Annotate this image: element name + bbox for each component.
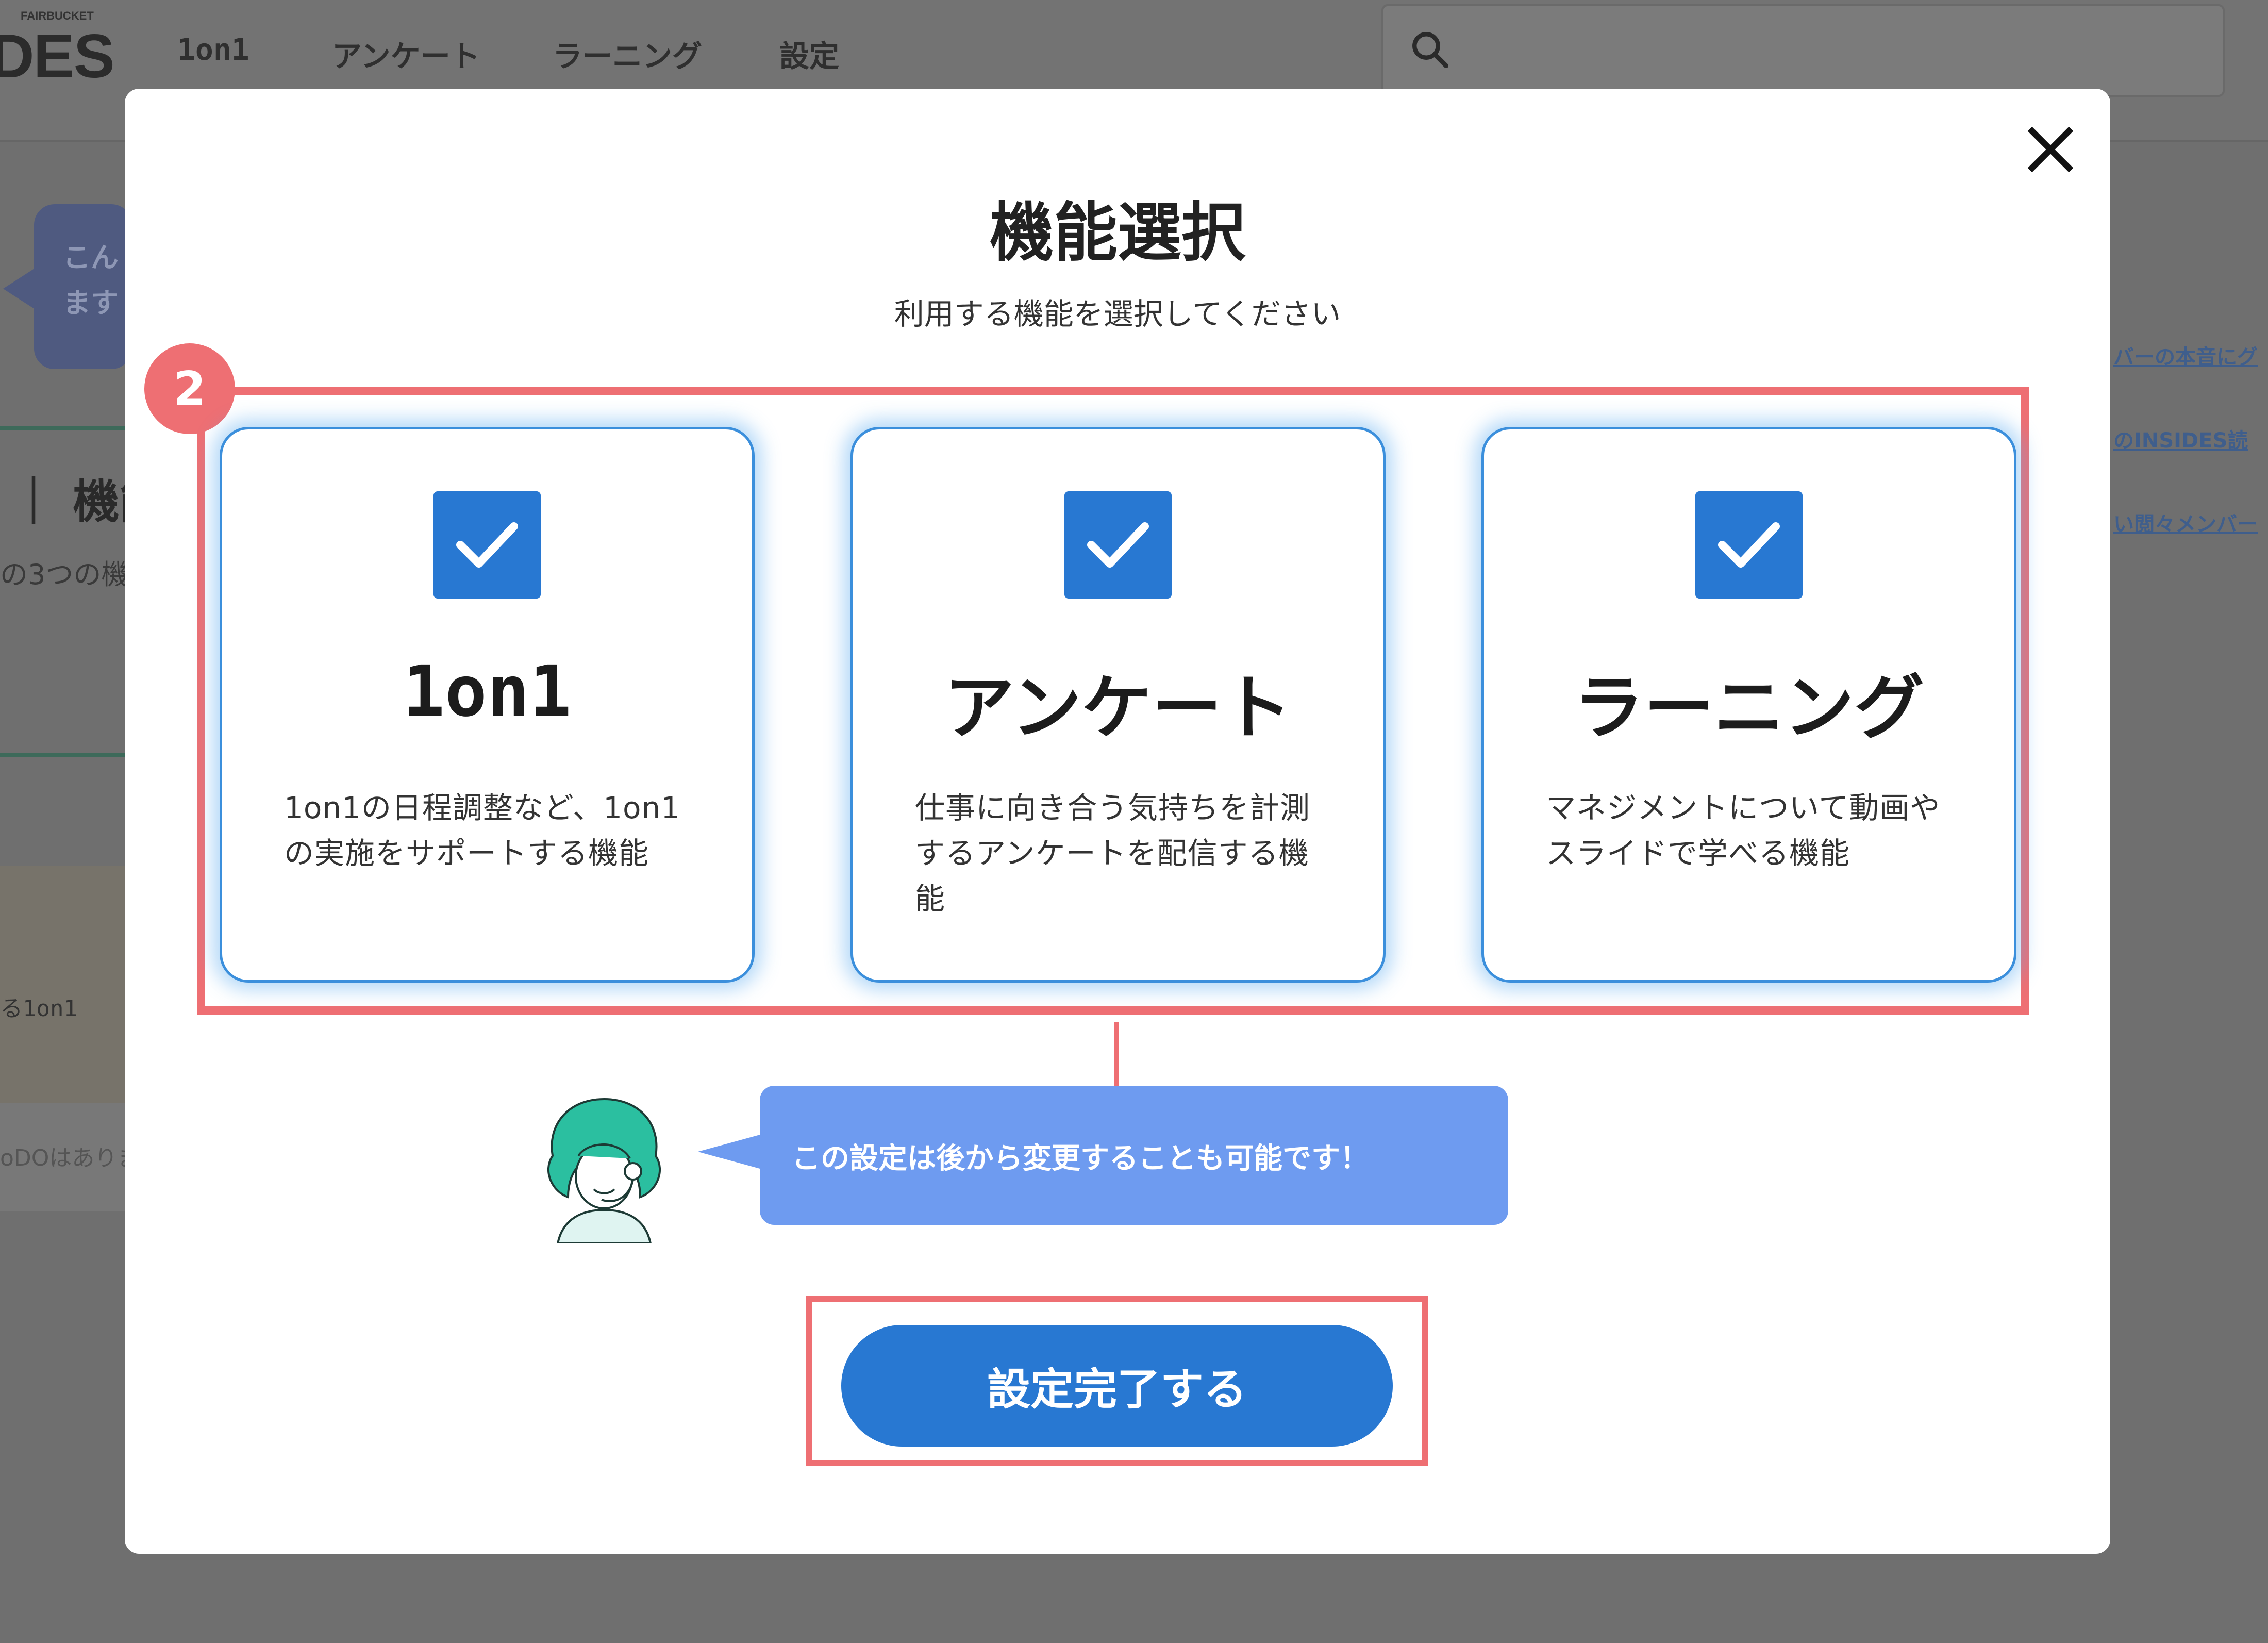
bg-help-bubble: こん ます xyxy=(34,204,132,369)
nav-survey[interactable]: アンケート xyxy=(332,32,480,75)
feature-desc-line: 1on1の日程調整など、1on1 xyxy=(284,790,681,825)
search-icon xyxy=(1412,32,1449,69)
close-icon[interactable] xyxy=(2020,119,2081,180)
bg-bubble-tail xyxy=(3,268,35,309)
bg-todo-text: oDOはありま xyxy=(0,1145,140,1171)
divider xyxy=(0,753,129,757)
feature-desc-line: 能 xyxy=(915,881,946,916)
feature-description: 1on1の日程調整など、1on1 の実施をサポートする機能 xyxy=(284,785,707,876)
bg-card xyxy=(0,866,129,1103)
bg-bubble-line: こん xyxy=(63,241,119,274)
app-logo: DES xyxy=(0,22,115,91)
feature-description: 仕事に向き合う気持ちを計測 するアンケートを配信する機 能 xyxy=(915,785,1338,921)
feature-desc-line: するアンケートを配信する機 xyxy=(915,836,1309,871)
feature-select-modal: 機能選択 利用する機能を選択してください 2 1on1 1on1の日程調整など、… xyxy=(125,89,2110,1554)
submit-button[interactable]: 設定完了する xyxy=(841,1325,1393,1447)
feature-desc-line: マネジメントについて動画や xyxy=(1546,790,1941,825)
bg-section-text: の3つの機 xyxy=(0,558,129,591)
nav-settings[interactable]: 設定 xyxy=(779,32,839,75)
bg-card-text: る1on1 xyxy=(0,995,77,1022)
search-input[interactable] xyxy=(1381,4,2225,97)
bg-link[interactable]: い閲々メンバー xyxy=(2113,507,2258,537)
check-icon xyxy=(1718,522,1780,568)
bg-link[interactable]: のINSIDES読 xyxy=(2113,424,2248,454)
nav-1on1[interactable]: 1on1 xyxy=(177,32,249,67)
feature-description: マネジメントについて動画や スライドで学べる機能 xyxy=(1546,785,1969,876)
checkbox-survey[interactable] xyxy=(1064,491,1172,599)
feature-title: アンケート xyxy=(944,668,1292,749)
nav-learning[interactable]: ラーニング xyxy=(553,32,702,75)
step-badge: 2 xyxy=(144,343,235,434)
info-bubble-tail xyxy=(698,1134,762,1169)
checkbox-1on1[interactable] xyxy=(433,491,541,599)
info-message: この設定は後から変更することも可能です！ xyxy=(792,1142,1369,1175)
feature-desc-line: の実施をサポートする機能 xyxy=(284,836,649,871)
bg-bubble-line: ます xyxy=(63,287,119,319)
feature-desc-line: スライドで学べる機能 xyxy=(1546,836,1850,871)
modal-title: 機能選択 xyxy=(989,196,1245,270)
feature-card-1on1[interactable]: 1on1 1on1の日程調整など、1on1 の実施をサポートする機能 xyxy=(220,427,755,983)
feature-desc-line: 仕事に向き合う気持ちを計測 xyxy=(915,790,1311,825)
feature-title: 1on1 xyxy=(403,651,572,733)
feature-card-survey[interactable]: アンケート 仕事に向き合う気持ちを計測 するアンケートを配信する機 能 xyxy=(851,427,1386,983)
bg-link[interactable]: バーの本音にグ xyxy=(2113,340,2258,370)
modal-subtitle: 利用する機能を選択してください xyxy=(894,296,1341,331)
feature-card-learning[interactable]: ラーニング マネジメントについて動画や スライドで学べる機能 xyxy=(1481,427,2016,983)
support-avatar-icon xyxy=(547,1098,661,1243)
divider xyxy=(0,426,129,430)
check-icon xyxy=(1087,522,1149,568)
check-icon xyxy=(456,522,518,568)
info-bubble: この設定は後から変更することも可能です！ xyxy=(760,1086,1508,1225)
checkbox-learning[interactable] xyxy=(1695,491,1803,599)
feature-title: ラーニング xyxy=(1574,668,1924,749)
